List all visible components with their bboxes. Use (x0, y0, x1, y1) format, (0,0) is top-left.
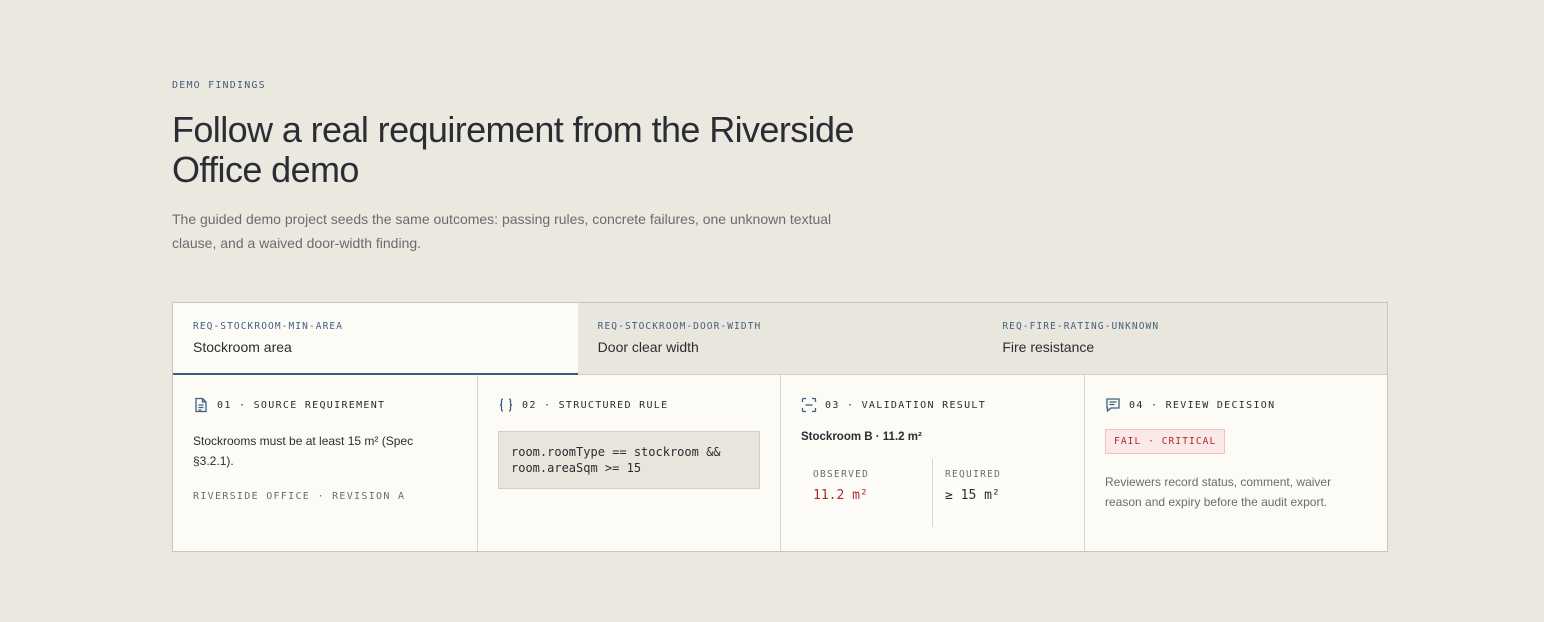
observed-label: OBSERVED (813, 469, 870, 480)
tab-fire-rating-unknown[interactable]: REQ-FIRE-RATING-UNKNOWN Fire resistance (982, 303, 1387, 374)
rule-code-block: room.roomType == stockroom && room.areaS… (498, 431, 760, 489)
validation-metrics: OBSERVED 11.2 m² REQUIRED ≥ 15 m² (801, 459, 1064, 527)
requirement-tabs: REQ-STOCKROOM-MIN-AREA Stockroom area RE… (173, 303, 1387, 375)
step-label: 02 · STRUCTURED RULE (522, 399, 669, 411)
comment-icon (1105, 397, 1121, 413)
section-headline: Follow a real requirement from the River… (172, 109, 854, 190)
document-icon (193, 397, 209, 413)
section-eyebrow: DEMO FINDINGS (172, 80, 266, 91)
required-value: ≥ 15 m² (945, 488, 1000, 503)
tab-title: Fire resistance (1002, 339, 1095, 355)
required-label: REQUIRED (945, 469, 1002, 480)
validation-result-card: 03 · VALIDATION RESULT Stockroom B · 11.… (781, 375, 1085, 551)
tab-stockroom-min-area[interactable]: REQ-STOCKROOM-MIN-AREA Stockroom area (173, 303, 578, 375)
review-text: Reviewers record status, comment, waiver… (1105, 475, 1332, 509)
requirement-meta: RIVERSIDE OFFICE · REVISION A (193, 491, 406, 502)
status-badge: FAIL · CRITICAL (1105, 429, 1226, 454)
step-label: 03 · VALIDATION RESULT (825, 399, 987, 411)
required-metric: REQUIRED ≥ 15 m² (932, 459, 1063, 527)
structured-rule-card: 02 · STRUCTURED RULE room.roomType == st… (478, 375, 781, 551)
validation-title: Stockroom B · 11.2 m² (801, 431, 922, 443)
tab-title: Stockroom area (193, 339, 292, 355)
step-label: 01 · SOURCE REQUIREMENT (217, 399, 386, 411)
tab-id: REQ-STOCKROOM-DOOR-WIDTH (597, 321, 762, 332)
requirement-text: Stockrooms must be at least 15 m² (Spec … (193, 434, 414, 468)
requirement-panel: REQ-STOCKROOM-MIN-AREA Stockroom area RE… (172, 302, 1388, 552)
tab-title: Door clear width (597, 339, 699, 355)
review-decision-card: 04 · REVIEW DECISION FAIL · CRITICAL Rev… (1085, 375, 1387, 551)
section-lede: The guided demo project seeds the same o… (172, 211, 832, 251)
tab-id: REQ-STOCKROOM-MIN-AREA (193, 321, 344, 332)
step-label: 04 · REVIEW DECISION (1129, 399, 1276, 411)
source-requirement-card: 01 · SOURCE REQUIREMENT Stockrooms must … (173, 375, 478, 551)
tab-stockroom-door-width[interactable]: REQ-STOCKROOM-DOOR-WIDTH Door clear widt… (578, 303, 983, 374)
observed-metric: OBSERVED 11.2 m² (801, 459, 932, 527)
braces-icon (498, 397, 514, 413)
scan-icon (801, 397, 817, 413)
tab-id: REQ-FIRE-RATING-UNKNOWN (1002, 321, 1160, 332)
observed-value: 11.2 m² (813, 488, 868, 503)
